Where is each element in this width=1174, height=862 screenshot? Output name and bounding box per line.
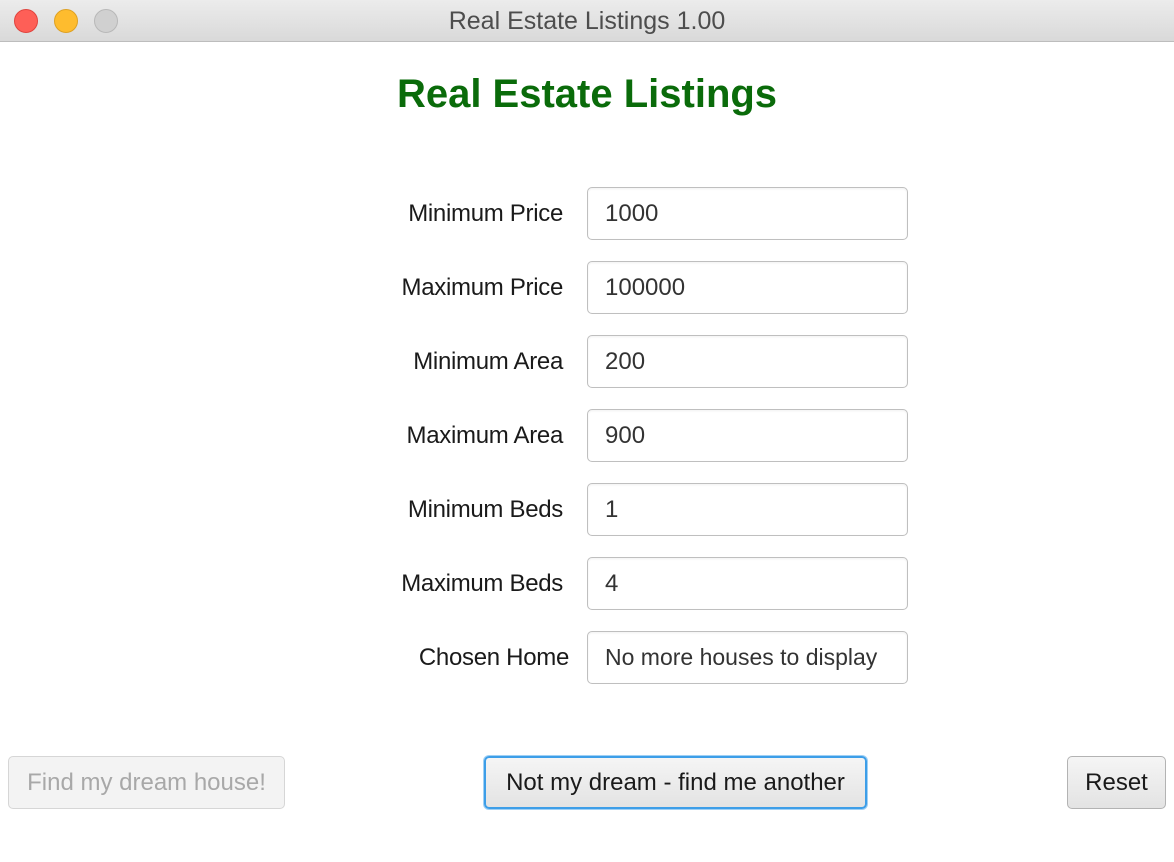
max-area-label: Maximum Area <box>406 422 564 449</box>
min-area-field[interactable] <box>587 335 908 388</box>
find-another-button[interactable]: Not my dream - find me another <box>484 756 867 809</box>
max-beds-label: Maximum Beds <box>401 570 563 597</box>
min-area-label: Minimum Area <box>413 348 563 375</box>
chosen-home-label: Chosen Home <box>418 644 569 671</box>
min-price-field[interactable] <box>587 187 908 240</box>
max-area-field[interactable] <box>587 409 908 462</box>
title-bar[interactable]: Real Estate Listings 1.00 <box>0 0 1174 42</box>
reset-button[interactable]: Reset <box>1067 756 1166 809</box>
min-beds-field[interactable] <box>587 483 908 536</box>
window-title: Real Estate Listings 1.00 <box>448 7 726 35</box>
max-beds-field[interactable] <box>587 557 908 610</box>
min-beds-label: Minimum Beds <box>407 496 563 523</box>
find-dream-house-button[interactable]: Find my dream house! <box>8 756 285 809</box>
min-price-label: Minimum Price <box>408 200 563 227</box>
chosen-home-field[interactable] <box>587 631 908 684</box>
page-title: Real Estate Listings <box>396 72 778 116</box>
max-price-field[interactable] <box>587 261 908 314</box>
max-price-label: Maximum Price <box>401 274 564 301</box>
app-window: Real Estate Listings 1.00 Real Estate Li… <box>0 0 1174 862</box>
